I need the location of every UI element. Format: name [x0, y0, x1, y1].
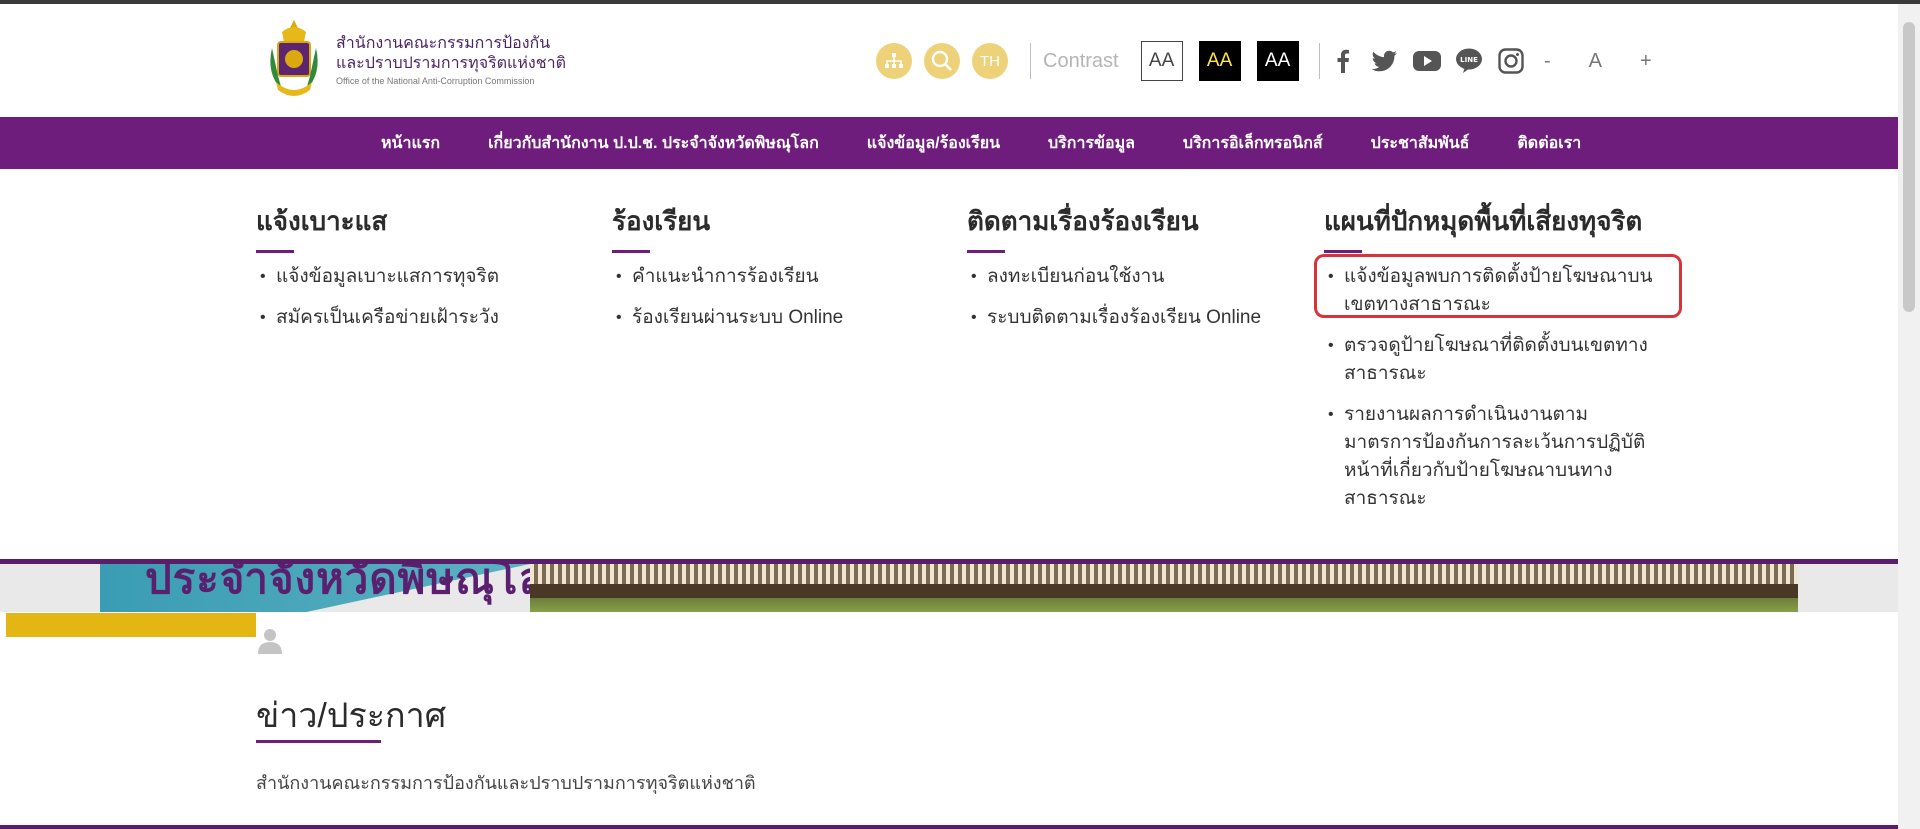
menu-column-track-complaint: ติดตามเรื่องร้องเรียน ลงทะเบียนก่อนใช้งา…: [967, 201, 1297, 345]
menu-link[interactable]: ร้องเรียนผ่านระบบ Online: [612, 304, 942, 332]
menu-link[interactable]: ตรวจดูป้ายโฆษณาที่ติดตั้งบนเขตทางสาธารณะ: [1324, 332, 1654, 388]
banner-building-image: [530, 564, 1798, 612]
highlight-box: [1314, 254, 1682, 318]
social-links: LINE - A +: [1316, 42, 1652, 80]
section-border: [0, 825, 1898, 829]
menu-column-title: ติดตามเรื่องร้องเรียน: [967, 206, 1199, 236]
nav-pr[interactable]: ประชาสัมพันธ์: [1371, 131, 1470, 156]
nav-info-service[interactable]: บริการข้อมูล: [1048, 131, 1135, 156]
nav-home[interactable]: หน้าแรก: [381, 131, 440, 156]
font-normal-button[interactable]: A: [1589, 50, 1602, 73]
menu-link[interactable]: ระบบติดตามเรื่องร้องเรียน Online: [967, 304, 1297, 332]
page-scrollbar[interactable]: [1898, 4, 1920, 829]
language-toggle[interactable]: TH: [972, 43, 1008, 79]
font-increase-button[interactable]: +: [1640, 50, 1652, 73]
font-decrease-button[interactable]: -: [1544, 50, 1551, 73]
main-nav: หน้าแรก เกี่ยวกับสำนักงาน ป.ป.ช. ประจำจั…: [0, 117, 1898, 169]
menu-column-title: ร้องเรียน: [612, 206, 711, 236]
menu-column-complaint: ร้องเรียน คำแนะนำการร้องเรียน ร้องเรียนผ…: [612, 201, 942, 345]
language-label: TH: [980, 52, 1000, 70]
title-underline: [256, 250, 294, 253]
accent-bar: [6, 613, 256, 637]
nacc-emblem-icon[interactable]: [264, 18, 324, 104]
nav-contact[interactable]: ติดต่อเรา: [1517, 131, 1581, 156]
menu-link[interactable]: รายงานผลการดำเนินงานตามมาตรการป้องกันการ…: [1324, 401, 1654, 513]
nav-report-complaint[interactable]: แจ้งข้อมูล/ร้องเรียน: [867, 131, 1000, 156]
instagram-icon[interactable]: [1496, 46, 1526, 76]
org-name-en: Office of the National Anti-Corruption C…: [336, 76, 535, 86]
svg-text:LINE: LINE: [1460, 56, 1478, 64]
menu-link[interactable]: สมัครเป็นเครือข่ายเฝ้าระวัง: [256, 304, 586, 332]
line-icon[interactable]: LINE: [1454, 46, 1484, 76]
search-icon[interactable]: [924, 43, 960, 79]
youtube-icon[interactable]: [1412, 46, 1442, 76]
menu-column-whistleblow: แจ้งเบาะแส แจ้งข้อมูลเบาะแสการทุจริต สมั…: [256, 201, 586, 345]
site-header: สำนักงานคณะกรรมการป้องกัน และปราบปรามการ…: [0, 4, 1898, 117]
news-section-title: ข่าว/ประกาศ: [256, 697, 447, 735]
org-name-th-line2: และปราบปรามการทุจริตแห่งชาติ: [336, 55, 566, 72]
utility-icons: TH: [876, 42, 1020, 80]
menu-column-title: แจ้งเบาะแส: [256, 206, 388, 236]
menu-column-risk-map: แผนที่ปักหมุดพื้นที่เสี่ยงทุจริต แจ้งข้อ…: [1324, 201, 1654, 526]
title-underline: [1324, 250, 1362, 253]
contrast-yellow-button[interactable]: AA: [1198, 41, 1241, 81]
menu-column-title: แผนที่ปักหมุดพื้นที่เสี่ยงทุจริต: [1324, 206, 1643, 236]
org-name[interactable]: สำนักงานคณะกรรมการป้องกัน และปราบปรามการ…: [336, 34, 566, 86]
contrast-normal-button[interactable]: AA: [1140, 41, 1183, 81]
user-icon: [258, 629, 282, 654]
contrast-label: Contrast: [1043, 49, 1119, 72]
scrollbar-thumb[interactable]: [1903, 22, 1915, 312]
contrast-black-button[interactable]: AA: [1256, 41, 1299, 81]
org-name-th-line1: สำนักงานคณะกรรมการป้องกัน: [336, 35, 551, 52]
contrast-controls: Contrast AA AA AA: [1030, 41, 1320, 81]
sitemap-icon[interactable]: [876, 43, 912, 79]
twitter-icon[interactable]: [1370, 46, 1400, 76]
menu-link[interactable]: ลงทะเบียนก่อนใช้งาน: [967, 263, 1297, 291]
title-underline: [612, 250, 650, 253]
nav-e-service[interactable]: บริการอิเล็กทรอนิกส์: [1183, 131, 1323, 156]
nav-about[interactable]: เกี่ยวกับสำนักงาน ป.ป.ช. ประจำจังหวัดพิษ…: [488, 131, 819, 156]
mega-menu-dropdown: แจ้งเบาะแส แจ้งข้อมูลเบาะแสการทุจริต สมั…: [0, 169, 1898, 559]
menu-link[interactable]: คำแนะนำการร้องเรียน: [612, 263, 942, 291]
title-underline: [256, 740, 381, 743]
banner-text: ประจำจังหวัดพิษณุโลก: [145, 564, 572, 602]
title-underline: [967, 250, 1005, 253]
divider: [1030, 43, 1031, 79]
hero-banner: ประจำจังหวัดพิษณุโลก: [0, 564, 1898, 612]
menu-link[interactable]: แจ้งข้อมูลเบาะแสการทุจริต: [256, 263, 586, 291]
facebook-icon[interactable]: [1328, 46, 1358, 76]
news-section-subtitle: สำนักงานคณะกรรมการป้องกันและปราบปรามการท…: [256, 773, 756, 793]
